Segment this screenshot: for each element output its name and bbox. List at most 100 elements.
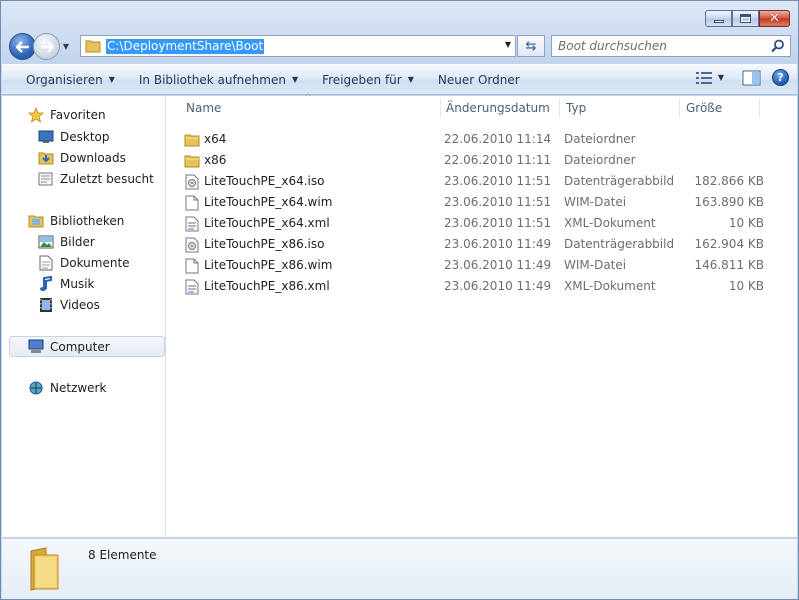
file-row[interactable]: x86 22.06.2010 11:11 Dateiordner xyxy=(180,150,780,171)
chevron-down-icon[interactable]: ▼ xyxy=(505,40,511,49)
main-panes: Favoriten Desktop Downloads Zuletzt besu… xyxy=(2,93,797,537)
file-row[interactable]: x64 22.06.2010 11:14 Dateiordner xyxy=(180,129,780,150)
explorer-window: ✕ ▼ C:\DeploymentShare\Boot ▼ ⇆ Boot dur… xyxy=(0,0,799,600)
share-with-menu[interactable]: Freigeben für ▼ xyxy=(310,68,426,92)
file-type: Dateiordner xyxy=(564,153,636,167)
column-divider[interactable] xyxy=(759,98,760,118)
change-view-button[interactable]: ▼ xyxy=(695,71,724,84)
recent-places-icon xyxy=(38,171,54,187)
column-divider[interactable] xyxy=(440,98,441,118)
file-size: 10 KB xyxy=(728,279,764,293)
preview-pane-icon[interactable] xyxy=(742,70,762,86)
details-pane: 8 Elemente xyxy=(2,538,797,599)
file-name: LiteTouchPE_x64.xml xyxy=(204,216,330,230)
details-view-icon xyxy=(695,71,712,84)
file-list-pane: Name ^ Änderungsdatum Typ Größe x64 22.06… xyxy=(166,93,797,537)
file-date: 23.06.2010 11:51 xyxy=(444,216,552,230)
column-divider[interactable] xyxy=(679,98,680,118)
downloads-folder-icon xyxy=(38,150,54,166)
file-row[interactable]: LiteTouchPE_x64.wim 23.06.2010 11:51 WIM-D… xyxy=(180,192,780,213)
file-date: 23.06.2010 11:51 xyxy=(444,195,552,209)
sidebar-item-pictures[interactable]: Bilder xyxy=(38,232,95,252)
disc-image-icon xyxy=(184,237,200,253)
column-divider[interactable] xyxy=(559,98,560,118)
sidebar-item-label: Desktop xyxy=(60,130,110,144)
file-type: WIM-Datei xyxy=(564,195,627,209)
minimize-icon xyxy=(713,20,724,23)
sidebar-item-network[interactable]: Netzwerk xyxy=(28,378,106,398)
close-button[interactable]: ✕ xyxy=(759,10,790,27)
back-arrow-icon xyxy=(15,40,29,53)
help-button[interactable]: ? xyxy=(772,69,789,86)
file-row[interactable]: LiteTouchPE_x86.iso 23.06.2010 11:49 Daten… xyxy=(180,234,780,255)
sidebar-item-desktop[interactable]: Desktop xyxy=(38,127,110,147)
organize-label: Organisieren xyxy=(26,72,103,87)
address-path[interactable]: C:\DeploymentShare\Boot xyxy=(106,38,265,54)
file-date: 23.06.2010 11:51 xyxy=(444,174,552,188)
organize-menu[interactable]: Organisieren ▼ xyxy=(14,68,127,92)
column-header-label: Name xyxy=(186,101,222,115)
column-header-date[interactable]: Änderungsdatum xyxy=(446,96,550,120)
file-name: LiteTouchPE_x86.xml xyxy=(204,279,330,293)
sidebar-item-computer[interactable]: Computer xyxy=(9,336,165,357)
refresh-button[interactable]: ⇆ xyxy=(517,35,545,57)
file-icon xyxy=(184,195,200,211)
close-icon: ✕ xyxy=(769,11,780,26)
sort-ascending-icon: ^ xyxy=(304,93,312,103)
sidebar-item-label: Computer xyxy=(50,339,110,354)
forward-button[interactable] xyxy=(33,33,60,60)
computer-icon xyxy=(28,339,44,355)
maximize-button[interactable] xyxy=(732,10,759,27)
star-icon xyxy=(28,107,44,123)
sidebar-item-label: Videos xyxy=(60,298,100,312)
sidebar-item-downloads[interactable]: Downloads xyxy=(38,148,126,168)
sidebar-item-music[interactable]: Musik xyxy=(38,274,95,294)
file-icon xyxy=(184,258,200,274)
xml-file-icon xyxy=(184,279,200,295)
new-folder-button[interactable]: Neuer Ordner xyxy=(426,68,532,92)
file-row[interactable]: LiteTouchPE_x86.xml 23.06.2010 11:49 XML-D… xyxy=(180,276,780,297)
back-button[interactable] xyxy=(9,33,36,60)
file-type: Datenträgerabbild... xyxy=(564,237,674,251)
sidebar-item-label: Dokumente xyxy=(60,256,130,270)
minimize-button[interactable] xyxy=(705,10,732,27)
column-header-label: Typ xyxy=(566,101,587,115)
file-row[interactable]: LiteTouchPE_x64.iso 23.06.2010 11:51 Daten… xyxy=(180,171,780,192)
sidebar-item-label: Bilder xyxy=(60,235,95,249)
sidebar-item-videos[interactable]: Videos xyxy=(38,295,100,315)
search-box[interactable]: Boot durchsuchen xyxy=(551,35,791,57)
file-type: Dateiordner xyxy=(564,132,636,146)
item-count: 8 Elemente xyxy=(88,548,157,562)
sidebar-item-favorites[interactable]: Favoriten xyxy=(28,105,106,125)
column-header-size[interactable]: Größe xyxy=(686,96,722,120)
sidebar-item-label: Musik xyxy=(60,277,95,291)
documents-icon xyxy=(38,255,54,271)
include-in-library-label: In Bibliothek aufnehmen xyxy=(138,72,286,87)
file-size: 182.866 KB xyxy=(694,174,764,188)
file-row[interactable]: LiteTouchPE_x86.wim 23.06.2010 11:49 WIM-D… xyxy=(180,255,780,276)
file-row[interactable]: LiteTouchPE_x64.xml 23.06.2010 11:51 XML-D… xyxy=(180,213,780,234)
search-input[interactable]: Boot durchsuchen xyxy=(558,39,667,53)
file-type: XML-Dokument xyxy=(564,216,656,230)
command-bar-right: ▼ ? xyxy=(695,69,789,86)
address-bar[interactable]: C:\DeploymentShare\Boot ▼ xyxy=(80,35,516,57)
disc-image-icon xyxy=(184,174,200,190)
search-icon[interactable] xyxy=(771,39,785,53)
file-type: Datenträgerabbild... xyxy=(564,174,674,188)
file-date: 22.06.2010 11:11 xyxy=(444,153,552,167)
sidebar-item-recent[interactable]: Zuletzt besucht xyxy=(38,169,154,189)
sidebar-item-label: Downloads xyxy=(60,151,126,165)
recent-pages-dropdown[interactable]: ▼ xyxy=(60,37,72,57)
file-name: LiteTouchPE_x64.wim xyxy=(204,195,333,209)
file-date: 23.06.2010 11:49 xyxy=(444,258,552,272)
column-header-type[interactable]: Typ xyxy=(566,96,586,120)
file-size: 10 KB xyxy=(728,216,764,230)
sidebar-item-libraries[interactable]: Bibliotheken xyxy=(28,211,124,231)
sidebar-item-label: Bibliotheken xyxy=(50,214,125,228)
file-name: LiteTouchPE_x86.iso xyxy=(204,237,325,251)
folder-icon xyxy=(85,40,101,53)
sidebar-item-documents[interactable]: Dokumente xyxy=(38,253,130,273)
file-date: 23.06.2010 11:49 xyxy=(444,279,552,293)
chevron-down-icon: ▼ xyxy=(407,75,414,84)
include-in-library-menu[interactable]: In Bibliothek aufnehmen ▼ xyxy=(127,68,310,92)
